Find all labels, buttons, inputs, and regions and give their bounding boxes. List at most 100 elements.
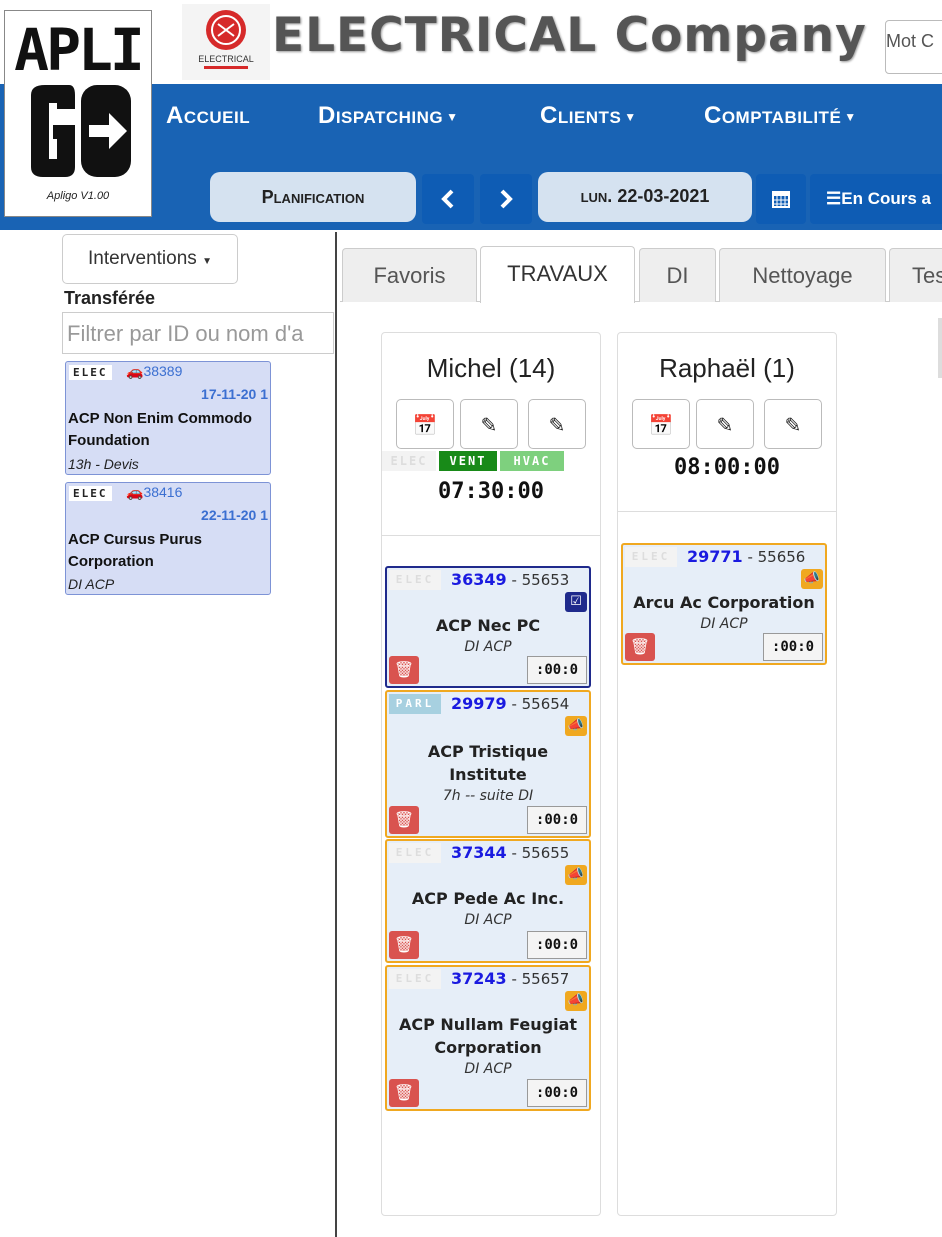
intervention-id[interactable]: 29979	[451, 694, 507, 713]
bullhorn-icon[interactable]: 📣	[565, 991, 587, 1011]
intervention-id[interactable]: 37344	[451, 843, 507, 862]
intervention-card[interactable]: PARL 29979 - 55654 📣 ACP Tristique Insti…	[385, 690, 591, 838]
start-time: 07:30:00	[438, 479, 544, 504]
client-name: ACP Pede Ac Inc.	[411, 889, 565, 908]
duration-field[interactable]: :00:0	[763, 633, 823, 661]
delete-button[interactable]: 🗑	[389, 931, 419, 959]
search-input[interactable]: Mot C	[885, 20, 942, 74]
skill-tag: ELEC	[389, 843, 441, 863]
start-time: 08:00:00	[674, 455, 780, 480]
tab-nettoyage[interactable]: Nettoyage	[719, 248, 886, 302]
intervention-ids: 37243 - 55657	[451, 969, 570, 988]
date-picker-button[interactable]	[756, 174, 806, 224]
intervention-date: 17-11-20 1	[201, 386, 268, 402]
intervention-id[interactable]: 36349	[451, 570, 507, 589]
caret-down-icon: ▼	[624, 109, 637, 124]
bullhorn-icon[interactable]: 📣	[565, 716, 587, 736]
intervention-card[interactable]: ELEC 29771 - 55656 📣 Arcu Ac Corporation…	[621, 543, 827, 665]
skill-badge: VENT	[439, 451, 497, 471]
intervention-ref: 55656	[757, 548, 806, 566]
delete-button[interactable]: 🗑	[389, 806, 419, 834]
nav-comptabilite[interactable]: Comptabilité ▼	[704, 102, 857, 130]
tab-travaux[interactable]: TRAVAUX	[480, 246, 635, 303]
intervention-id[interactable]: 🚗38389	[126, 363, 182, 380]
check-square-icon[interactable]: ☑	[565, 592, 587, 612]
nav-clients[interactable]: Clients ▼	[540, 102, 637, 130]
duration-field[interactable]: :00:0	[527, 806, 587, 834]
duration-field[interactable]: :00:0	[527, 1079, 587, 1107]
trash-icon: 🗑	[393, 1083, 415, 1102]
calendar-icon: 📅	[412, 413, 438, 437]
interventions-dropdown[interactable]: Interventions ▼	[62, 234, 238, 284]
intervention-id[interactable]: 29771	[687, 547, 743, 566]
client-name: ACP Cursus Purus Corporation	[68, 531, 202, 570]
intervention-ids: 37344 - 55655	[451, 843, 570, 862]
intervention-ref: 55657	[521, 970, 570, 988]
apligo-logo[interactable]: APLI Apligo V1.00	[4, 10, 152, 217]
column-separator	[382, 535, 600, 536]
calendar-icon: 📅	[648, 413, 674, 437]
edit-icon: ✎	[784, 413, 802, 437]
edit-button[interactable]: ✎	[528, 399, 586, 449]
transferred-card[interactable]: ELEC 🚗38389 17-11-20 1 ACP Non Enim Comm…	[65, 361, 271, 475]
left-panel: Interventions ▼ Transférée Filtrer par I…	[0, 230, 336, 1237]
nav-clients-label: Clients	[540, 102, 622, 129]
intervention-ref: 55655	[521, 844, 570, 862]
delete-button[interactable]: 🗑	[389, 1079, 419, 1107]
next-day-button[interactable]	[480, 174, 532, 224]
logo-go-icon	[31, 85, 131, 177]
bullhorn-icon[interactable]: 📣	[801, 569, 823, 589]
intervention-card[interactable]: ELEC 37344 - 55655 📣 ACP Pede Ac Inc. DI…	[385, 839, 591, 963]
en-cours-button[interactable]: ☰En Cours a	[810, 174, 942, 224]
bullhorn-icon[interactable]: 📣	[565, 865, 587, 885]
intervention-ids: 36349 - 55653	[451, 570, 570, 589]
caret-down-icon: ▼	[844, 109, 857, 124]
intervention-id[interactable]: 🚗38416	[126, 484, 182, 501]
logo-version: Apligo V1.00	[46, 190, 110, 202]
intervention-ref: 55654	[521, 695, 570, 713]
nav-dispatching[interactable]: Dispatching ▼	[318, 102, 459, 130]
delete-button[interactable]: 🗑	[389, 656, 419, 684]
company-logo: ELECTRICAL	[182, 4, 270, 80]
edit-button[interactable]: ✎	[764, 399, 822, 449]
nav-dispatching-label: Dispatching	[318, 102, 444, 129]
company-title: ELECTRICAL Company	[272, 8, 867, 63]
car-icon: 🚗	[126, 363, 144, 379]
skill-tag: ELEC	[69, 486, 112, 501]
calendar-button[interactable]: 📅	[632, 399, 690, 449]
duration-field[interactable]: :00:0	[527, 656, 587, 684]
current-date-button[interactable]: lun. 22-03-2021	[538, 172, 752, 222]
intervention-id-value: 38416	[143, 484, 183, 500]
intervention-ids: 29771 - 55656	[687, 547, 806, 566]
intervention-note: DI ACP	[464, 1061, 512, 1077]
edit-icon: ✎	[480, 413, 498, 437]
en-cours-label: En Cours a	[841, 189, 931, 208]
filter-input[interactable]: Filtrer par ID ou nom d'a	[62, 312, 334, 354]
nav-accueil[interactable]: Accueil	[166, 102, 250, 130]
technician-column: Raphaël (1) 📅 ✎ ✎ 08:00:00 ELEC 29771 - …	[617, 332, 837, 1216]
technician-name: Michel (14)	[426, 353, 556, 383]
skill-tag: PARL	[389, 694, 441, 714]
calendar-button[interactable]: 📅	[396, 399, 454, 449]
intervention-id[interactable]: 37243	[451, 969, 507, 988]
planification-button[interactable]: Planification	[210, 172, 416, 222]
transferred-card[interactable]: ELEC 🚗38416 22-11-20 1 ACP Cursus Purus …	[65, 482, 271, 595]
skill-tag: ELEC	[389, 570, 441, 590]
trash-icon: 🗑	[393, 810, 415, 829]
column-separator	[618, 511, 836, 512]
tab-tes[interactable]: Tes	[889, 248, 942, 302]
edit-button[interactable]: ✎	[696, 399, 754, 449]
section-title: Transférée	[64, 288, 156, 308]
intervention-card[interactable]: ELEC 36349 - 55653 ☑ ACP Nec PC DI ACP 🗑…	[385, 566, 591, 688]
intervention-card[interactable]: ELEC 37243 - 55657 📣 ACP Nullam Feugiat …	[385, 965, 591, 1111]
duration-field[interactable]: :00:0	[527, 931, 587, 959]
delete-button[interactable]: 🗑	[625, 633, 655, 661]
client-name: Arcu Ac Corporation	[633, 593, 815, 612]
prev-day-button[interactable]	[422, 174, 474, 224]
edit-icon: ✎	[716, 413, 734, 437]
edit-button[interactable]: ✎	[460, 399, 518, 449]
client-name: ACP Nec PC	[435, 616, 541, 635]
caret-down-icon: ▼	[202, 256, 212, 267]
tab-di[interactable]: DI	[639, 248, 716, 302]
tab-favoris[interactable]: Favoris	[342, 248, 477, 302]
